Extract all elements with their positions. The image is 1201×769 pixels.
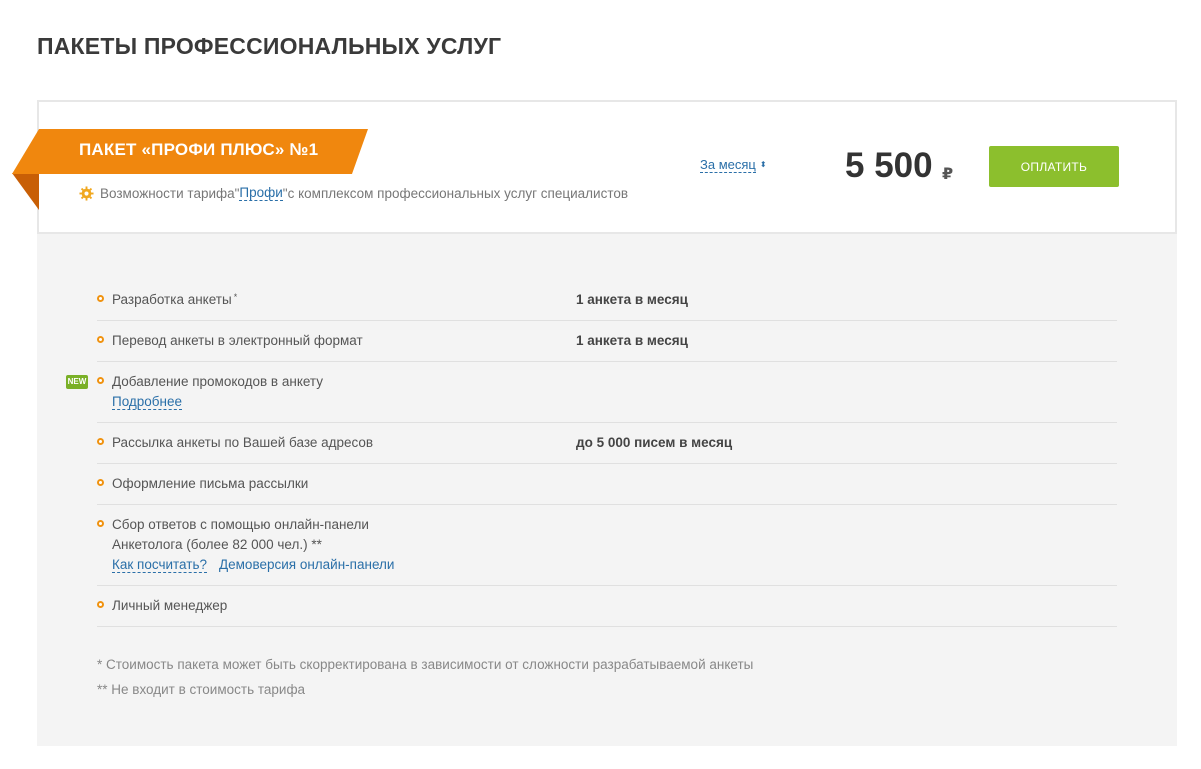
feature-name: Разработка анкеты [112, 292, 232, 307]
description-suffix: с комплексом профессиональных услуг спец… [287, 185, 629, 201]
feature-name-line2: Анкетолога (более 82 000 чел.) ** [112, 537, 322, 552]
package-description: Возможности тарифа " Профи " с комплексо… [79, 185, 628, 201]
footnote-1: * Стоимость пакета может быть скорректир… [97, 657, 754, 672]
feature-name: Личный менеджер [112, 598, 228, 613]
feature-name: Рассылка анкеты по Вашей базе адресов [112, 435, 374, 450]
feature-name-wrap: Разработка анкеты * [112, 290, 532, 310]
feature-value: 1 анкета в месяц [576, 292, 688, 307]
gear-icon [79, 185, 94, 201]
feature-name: Оформление письма рассылки [112, 476, 309, 491]
bullet-icon [97, 601, 104, 608]
feature-name: Перевод анкеты в электронный формат [112, 333, 363, 348]
feature-name: Добавление промокодов в анкету [112, 374, 324, 389]
bullet-icon [97, 438, 104, 445]
ribbon-fold [12, 173, 39, 210]
feature-item: Сбор ответов с помощью онлайн-панели Анк… [97, 505, 1117, 586]
footnote-mark: * [233, 292, 238, 302]
features-list: Разработка анкеты * 1 анкета в месяц Пере… [66, 280, 1117, 627]
new-badge: NEW [66, 375, 88, 389]
currency-symbol: ₽ [942, 166, 954, 183]
feature-value: до 5 000 писем в месяц [576, 435, 733, 450]
footnotes: * Стоимость пакета может быть скорректир… [97, 652, 753, 702]
more-link[interactable]: Подробнее [112, 394, 183, 410]
bullet-icon [97, 377, 104, 384]
feature-value: 1 анкета в месяц [576, 333, 688, 348]
bullet-icon [97, 520, 104, 527]
page-title: ПАКЕТЫ ПРОФЕССИОНАЛЬНЫХ УСЛУГ [37, 33, 502, 59]
feature-item: Личный менеджер [97, 586, 1117, 627]
feature-item: NEW Добавление промокодов в анкету Подро… [66, 362, 1117, 423]
profi-tariff-link[interactable]: Профи [239, 185, 283, 201]
price-value: 5 500 [845, 146, 933, 185]
feature-item: Разработка анкеты * 1 анкета в месяц [97, 280, 1117, 321]
footnote-2: ** Не входит в стоимость тарифа [97, 682, 306, 697]
period-label: За месяц [700, 157, 756, 173]
description-prefix: Возможности тарифа [100, 185, 235, 201]
bullet-icon [97, 479, 104, 486]
how-to-calculate-link[interactable]: Как посчитать? [112, 557, 207, 573]
bullet-icon [97, 336, 104, 343]
feature-item: Оформление письма рассылки [97, 464, 1117, 505]
pay-button[interactable]: Оплатить [989, 146, 1119, 187]
sort-arrows-icon: ⬍ [759, 160, 767, 169]
feature-name-line1: Сбор ответов с помощью онлайн-панели [112, 517, 369, 532]
feature-item: Рассылка анкеты по Вашей базе адресов до… [97, 423, 1117, 464]
package-name: ПАКЕТ «ПРОФИ ПЛЮС» №1 [79, 140, 319, 159]
panel-demo-link[interactable]: Демоверсия онлайн-панели [219, 557, 394, 572]
period-selector[interactable]: За месяц ⬍ [700, 157, 767, 173]
feature-item: Перевод анкеты в электронный формат 1 ан… [97, 321, 1117, 362]
bullet-icon [97, 295, 104, 302]
